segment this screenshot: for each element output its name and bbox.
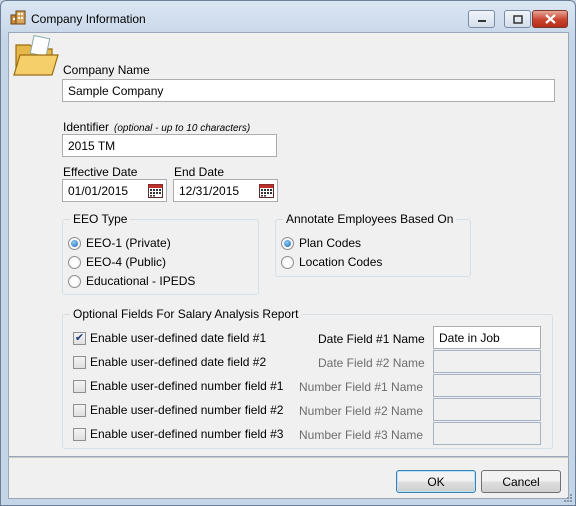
minimize-button[interactable]: [468, 10, 495, 28]
checkbox-label: Enable user-defined date field #2: [90, 355, 267, 369]
open-folder-icon: [13, 35, 59, 76]
ok-button[interactable]: OK: [396, 470, 476, 493]
eeo-option-private[interactable]: EEO-1 (Private): [68, 236, 171, 250]
date-field-1-name-label: Date Field #1 Name: [318, 332, 425, 346]
checkbox-label: Enable user-defined number field #1: [90, 379, 284, 393]
radio-label: Plan Codes: [299, 236, 362, 250]
radio-button[interactable]: [68, 274, 81, 288]
identifier-label-text: Identifier: [63, 120, 110, 134]
company-name-label: Company Name: [63, 63, 150, 77]
radio-button[interactable]: [68, 236, 81, 250]
annotate-employees-group: Annotate Employees Based On Plan Codes L…: [275, 212, 471, 277]
radio-button[interactable]: [281, 236, 294, 250]
end-date-input[interactable]: 12/31/2015: [173, 179, 278, 202]
radio-button[interactable]: [68, 255, 81, 269]
minimize-icon: [477, 20, 486, 22]
eeo-option-public[interactable]: EEO-4 (Public): [68, 255, 166, 269]
date-field-1-name-input[interactable]: Date in Job: [433, 326, 541, 349]
enable-number-field-2[interactable]: Enable user-defined number field #2: [73, 403, 283, 417]
calendar-icon[interactable]: [148, 183, 163, 198]
cancel-button[interactable]: Cancel: [481, 470, 561, 493]
end-date-label: End Date: [174, 165, 225, 179]
checkbox[interactable]: [73, 427, 86, 441]
window-title: Company Information: [31, 12, 146, 26]
maximize-button[interactable]: [504, 10, 531, 28]
calendar-icon[interactable]: [259, 183, 274, 198]
date-field-2-name-input[interactable]: [433, 350, 541, 373]
enable-date-field-2[interactable]: Enable user-defined date field #2: [73, 355, 266, 369]
date-field-2-name-label: Date Field #2 Name: [318, 356, 425, 370]
enable-number-field-3[interactable]: Enable user-defined number field #3: [73, 427, 283, 441]
dialog-footer: OK Cancel: [8, 457, 569, 499]
dialog-body: Company Name Sample Company Identifier (o…: [8, 32, 569, 457]
annotate-employees-title: Annotate Employees Based On: [283, 212, 457, 226]
annotate-option-plan-codes[interactable]: Plan Codes: [281, 236, 361, 250]
radio-button[interactable]: [281, 255, 294, 269]
annotate-option-location-codes[interactable]: Location Codes: [281, 255, 382, 269]
checkbox[interactable]: [73, 403, 86, 417]
number-field-2-name-input[interactable]: [433, 398, 541, 421]
radio-label: Educational - IPEDS: [86, 274, 196, 288]
checkbox-label: Enable user-defined number field #2: [90, 403, 284, 417]
effective-date-input[interactable]: 01/01/2015: [62, 179, 167, 202]
effective-date-label: Effective Date: [63, 165, 138, 179]
resize-grip-icon[interactable]: [562, 492, 573, 503]
checkbox[interactable]: ✔: [73, 331, 86, 345]
maximize-icon: [512, 14, 523, 24]
close-button[interactable]: [532, 10, 568, 28]
number-field-1-name-input[interactable]: [433, 374, 541, 397]
checkbox-label: Enable user-defined date field #1: [90, 331, 267, 345]
checkbox[interactable]: [73, 379, 86, 393]
title-bar[interactable]: Company Information: [1, 1, 575, 33]
number-field-3-name-label: Number Field #3 Name: [299, 428, 424, 442]
eeo-type-group: EEO Type EEO-1 (Private) EEO-4 (Public) …: [62, 212, 259, 295]
enable-date-field-1[interactable]: ✔ Enable user-defined date field #1: [73, 331, 266, 345]
close-icon: [544, 14, 556, 24]
salary-analysis-fields-title: Optional Fields For Salary Analysis Repo…: [70, 307, 302, 321]
checkbox-label: Enable user-defined number field #3: [90, 427, 284, 441]
company-information-dialog: Company Information Company Name Sample …: [0, 0, 576, 506]
building-icon: [10, 10, 26, 25]
end-date-value: 12/31/2015: [179, 184, 240, 198]
radio-label: Location Codes: [299, 255, 383, 269]
number-field-1-name-label: Number Field #1 Name: [299, 380, 424, 394]
eeo-type-title: EEO Type: [70, 212, 131, 226]
identifier-label: Identifier (optional - up to 10 character…: [63, 120, 250, 134]
enable-number-field-1[interactable]: Enable user-defined number field #1: [73, 379, 283, 393]
number-field-2-name-label: Number Field #2 Name: [299, 404, 424, 418]
radio-label: EEO-1 (Private): [86, 236, 171, 250]
identifier-hint: (optional - up to 10 characters): [114, 123, 251, 134]
identifier-input[interactable]: 2015 TM: [62, 134, 277, 157]
company-name-input[interactable]: Sample Company: [62, 79, 555, 102]
effective-date-value: 01/01/2015: [68, 184, 129, 198]
salary-analysis-fields-group: Optional Fields For Salary Analysis Repo…: [62, 307, 553, 449]
checkbox[interactable]: [73, 355, 86, 369]
number-field-3-name-input[interactable]: [433, 422, 541, 445]
radio-label: EEO-4 (Public): [86, 255, 167, 269]
eeo-option-ipeds[interactable]: Educational - IPEDS: [68, 274, 195, 288]
